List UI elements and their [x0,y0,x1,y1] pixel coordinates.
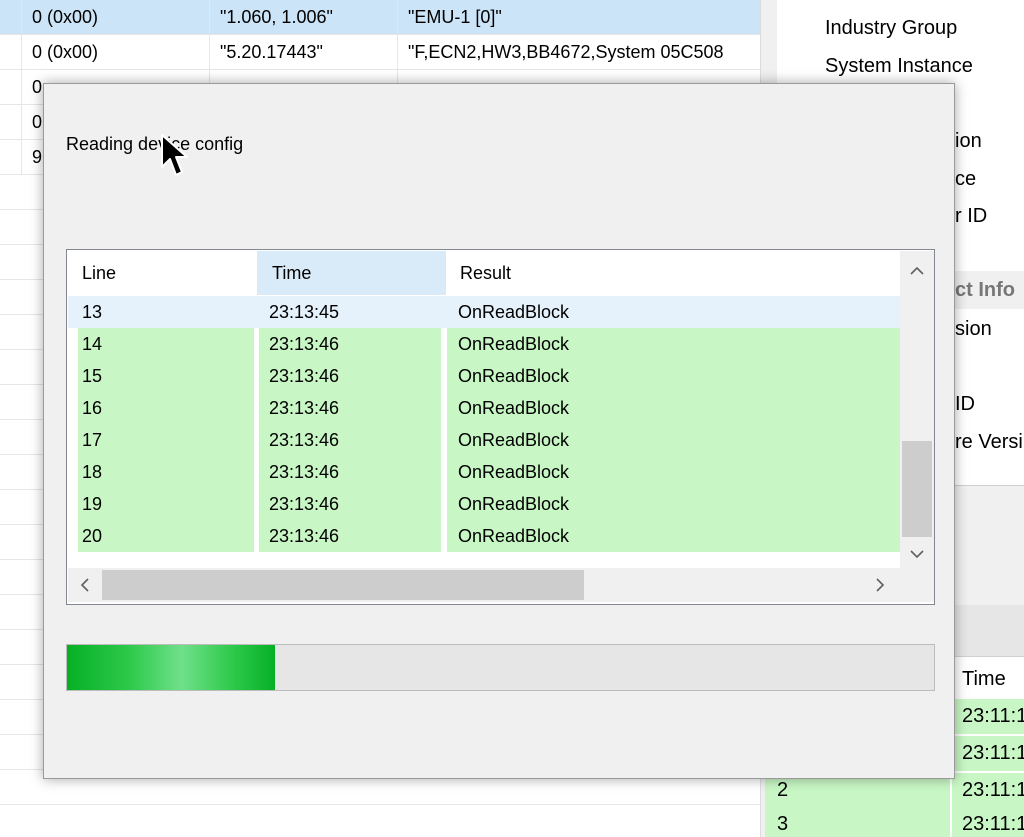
cell-line: 14 [78,328,254,360]
cell-time: 23:13:46 [259,360,441,392]
cell-line: 16 [78,392,254,424]
progress-fill [67,645,276,690]
table-cell [0,140,22,175]
log-column-time[interactable]: Time [962,659,1024,699]
cell-line: 13 [82,302,103,322]
table-cell: "1.060, 1.006" [210,0,398,35]
cell-time: 23:13:45 [269,302,340,322]
cell-time: 23:13:46 [259,328,441,360]
log-cell-index: 3 [765,807,950,837]
list-body: 13 23:13:45 OnReadBlock 14 23:13:46 OnRe… [68,296,900,568]
table-row[interactable]: 0 (0x00) "5.20.17443" "F,ECN2,HW3,BB4672… [0,35,760,70]
cell-result: OnReadBlock [447,392,900,424]
cell-result: OnReadBlock [447,520,900,552]
list-item[interactable]: 18 23:13:46 OnReadBlock [68,456,900,488]
table-row[interactable]: 0 (0x00) "1.060, 1.006" "EMU-1 [0]" [0,0,760,35]
status-message: Reading device config [66,134,244,154]
column-header-time[interactable]: Time [258,251,446,295]
cell-time: 23:13:46 [259,392,441,424]
list-horizontal-scrollbar[interactable] [68,568,900,602]
log-row[interactable]: 3 23:11:1 [765,807,1024,837]
cell-result: OnReadBlock [447,360,900,392]
table-cell [0,0,22,35]
mouse-pointer-icon [161,134,188,176]
list-item[interactable]: 13 23:13:45 OnReadBlock [68,296,900,328]
column-header-line[interactable]: Line [68,251,258,295]
table-cell: 0 (0x00) [22,0,210,35]
cell-result: OnReadBlock [447,328,900,360]
log-cell-time: 23:11:1 [952,807,1024,837]
property-label: re Versi [955,431,1023,453]
cell-time: 23:13:46 [259,456,441,488]
property-label: sion [955,318,992,340]
log-cell-time: 23:11:1 [952,736,1024,771]
list-header: Line Time Result [68,251,900,295]
list-item[interactable]: 15 23:13:46 OnReadBlock [68,360,900,392]
progress-dialog: Reading device config Line Time Result 1… [43,83,955,779]
table-cell: "F,ECN2,HW3,BB4672,System 05C508 [408,42,724,62]
list-item[interactable]: 17 23:13:46 OnReadBlock [68,424,900,456]
cell-time: 23:13:46 [259,488,441,520]
log-cell-time: 23:11:1 [952,699,1024,734]
property-label: r ID [955,205,988,227]
cell-line: 17 [78,424,254,456]
list-item[interactable]: 16 23:13:46 OnReadBlock [68,392,900,424]
property-label: ion [955,130,982,152]
cell-line: 18 [78,456,254,488]
cell-result: OnReadBlock [447,488,900,520]
progress-bar [66,644,935,691]
progress-log-list[interactable]: Line Time Result 13 23:13:45 OnReadBlock… [66,249,935,605]
chevron-down-icon[interactable] [910,547,924,563]
table-cell [0,105,22,140]
table-cell: 0 (0x00) [22,35,210,70]
list-item[interactable]: 14 23:13:46 OnReadBlock [68,328,900,360]
cell-time: 23:13:46 [259,520,441,552]
cell-result: OnReadBlock [447,456,900,488]
list-item[interactable]: 19 23:13:46 OnReadBlock [68,488,900,520]
chevron-left-icon[interactable] [80,578,89,596]
scrollbar-corner [900,568,934,602]
cell-result: OnReadBlock [458,302,570,322]
list-item[interactable]: 20 23:13:46 OnReadBlock [68,520,900,552]
table-cell [0,35,22,70]
cell-time: 23:13:46 [259,424,441,456]
cell-line: 20 [78,520,254,552]
property-label: ID [955,393,975,415]
column-header-result[interactable]: Result [446,251,900,295]
cell-result: OnReadBlock [447,424,900,456]
chevron-up-icon[interactable] [910,263,924,279]
table-cell: "5.20.17443" [210,35,398,70]
property-label: System Instance [825,55,973,77]
cell-line: 15 [78,360,254,392]
table-row [0,805,760,837]
log-cell-time: 23:11:1 [952,773,1024,808]
horizontal-scroll-thumb[interactable] [102,570,584,600]
vertical-scroll-thumb[interactable] [902,441,932,537]
table-cell [0,70,22,105]
list-vertical-scrollbar[interactable] [900,251,934,568]
property-label: Industry Group [825,17,958,39]
chevron-right-icon[interactable] [876,578,885,596]
cell-line: 19 [78,488,254,520]
property-label: ce [955,168,977,190]
table-cell: "EMU-1 [0]" [408,7,502,27]
